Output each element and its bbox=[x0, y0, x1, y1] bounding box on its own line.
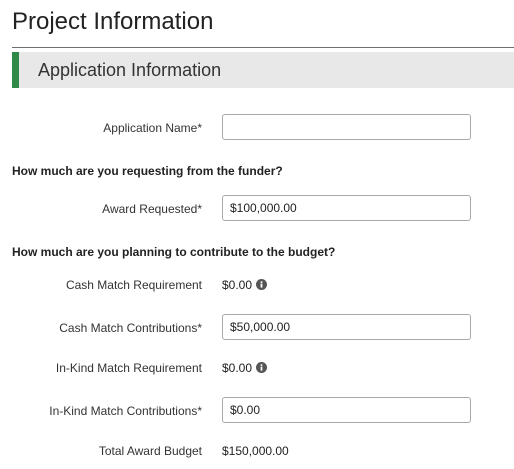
award-requested-input[interactable] bbox=[222, 195, 471, 221]
total-award-budget-label: Total Award Budget bbox=[98, 444, 202, 458]
cash-match-requirement-label: Cash Match Requirement bbox=[65, 278, 202, 292]
inkind-match-contributions-label: In-Kind Match Contributions* bbox=[49, 404, 202, 418]
page-title: Project Information bbox=[12, 8, 214, 35]
inkind-match-requirement-value: $0.00 bbox=[222, 361, 253, 375]
funder-request-question: How much are you requesting from the fun… bbox=[12, 164, 283, 178]
inkind-match-requirement-value-wrap: $0.00 bbox=[222, 361, 268, 375]
award-requested-label: Award Requested* bbox=[102, 202, 202, 216]
budget-contribution-question: How much are you planning to contribute … bbox=[12, 245, 336, 259]
total-award-budget-value: $150,000.00 bbox=[222, 444, 289, 458]
inkind-match-contributions-input[interactable] bbox=[222, 397, 471, 423]
section-header: Application Information bbox=[12, 52, 514, 88]
cash-match-requirement-value: $0.00 bbox=[222, 278, 253, 292]
application-name-label: Application Name* bbox=[103, 121, 202, 135]
cash-match-requirement-value-wrap: $0.00 bbox=[222, 278, 268, 292]
title-divider bbox=[12, 47, 514, 48]
application-name-input[interactable] bbox=[222, 114, 471, 140]
cash-match-contributions-label: Cash Match Contributions* bbox=[59, 321, 202, 335]
info-circle-icon[interactable] bbox=[256, 362, 268, 373]
section-title: Application Information bbox=[38, 60, 222, 80]
info-circle-icon[interactable] bbox=[256, 279, 268, 290]
cash-match-contributions-input[interactable] bbox=[222, 314, 471, 340]
inkind-match-requirement-label: In-Kind Match Requirement bbox=[55, 361, 202, 375]
